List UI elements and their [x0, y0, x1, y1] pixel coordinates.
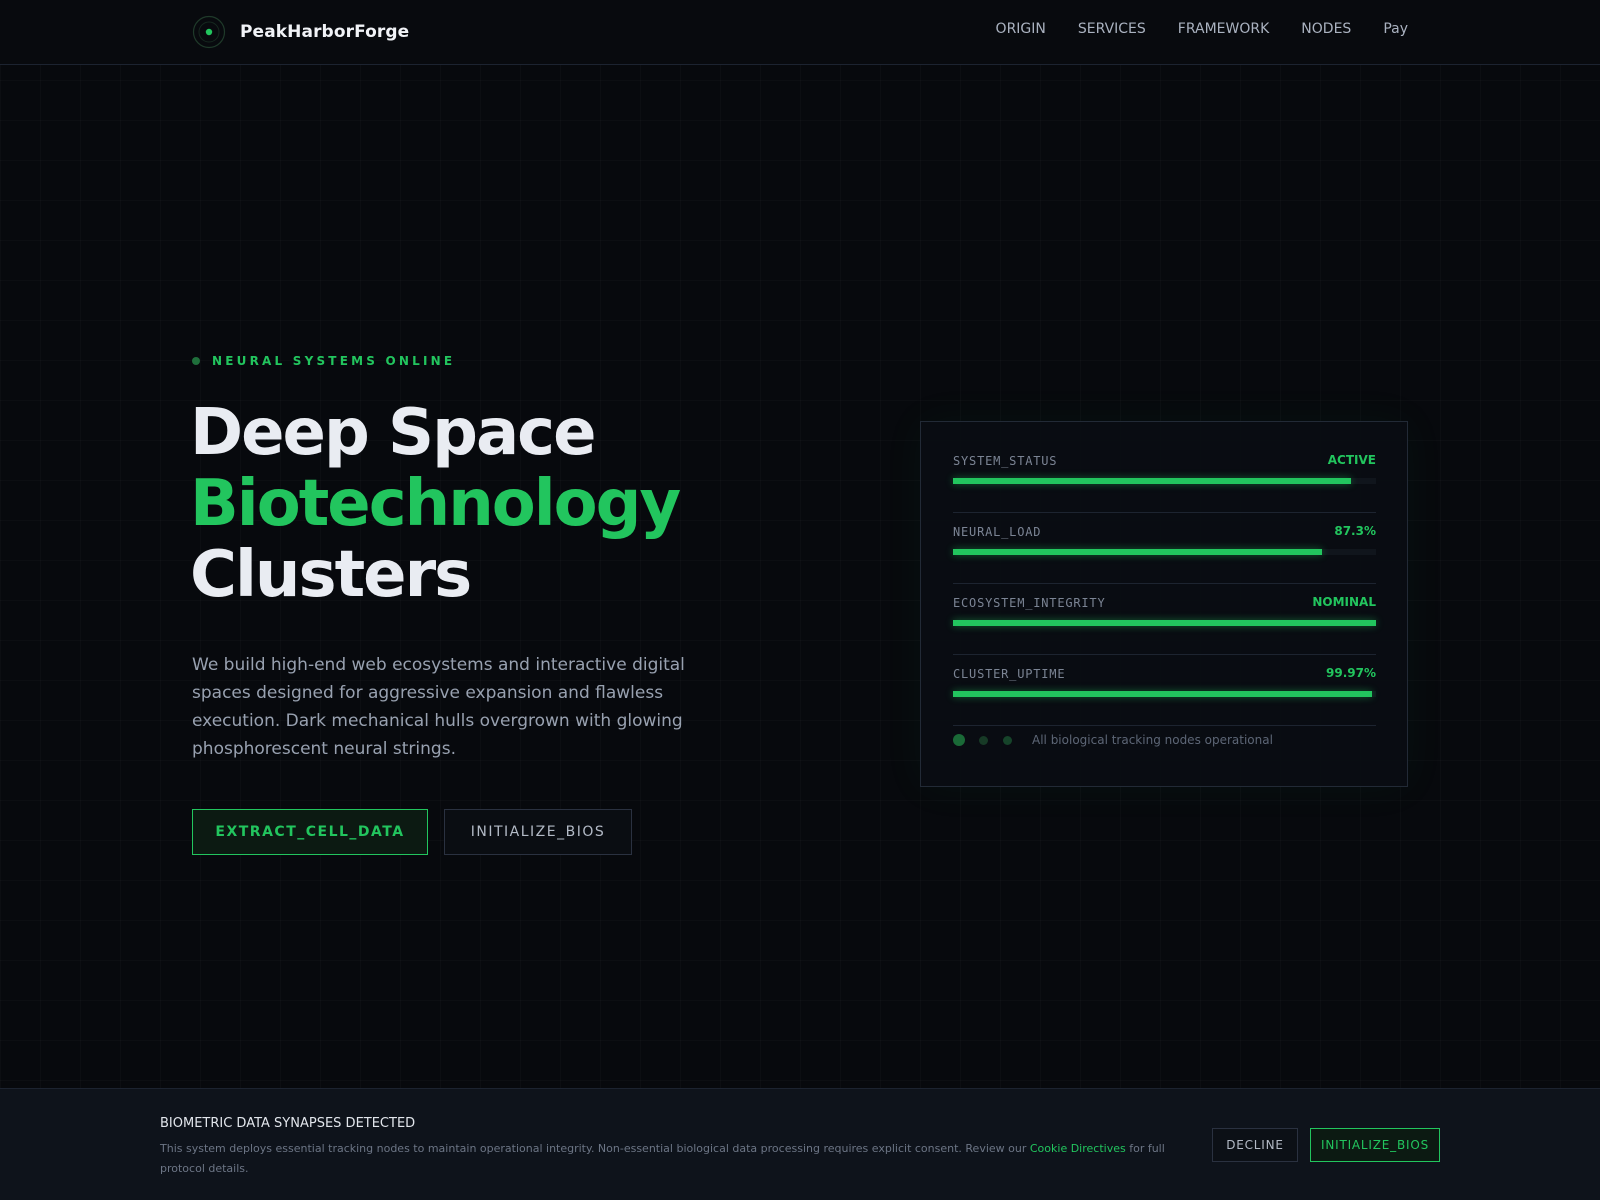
nav-item-framework[interactable]: FRAMEWORK	[1178, 21, 1270, 37]
metric-progress-bar	[953, 549, 1376, 555]
cookie-text-before: This system deploys essential tracking n…	[160, 1142, 1027, 1155]
metric-value: ACTIVE	[1327, 453, 1376, 467]
system-metrics-panel: SYSTEM_STATUS ACTIVE NEURAL_LOAD 87.3% E…	[920, 421, 1408, 787]
metric-progress-fill	[953, 478, 1351, 484]
metric-cluster-uptime: CLUSTER_UPTIME 99.97%	[953, 655, 1376, 726]
brand-name: PeakHarborForge	[240, 22, 410, 42]
nav-item-services[interactable]: SERVICES	[1078, 21, 1146, 37]
panel-footer: All biological tracking nodes operationa…	[953, 733, 1273, 747]
metric-ecosystem-integrity: ECOSYSTEM_INTEGRITY NOMINAL	[953, 584, 1376, 655]
metric-value: 99.97%	[1326, 666, 1376, 680]
metric-label: CLUSTER_UPTIME	[953, 667, 1066, 681]
main-nav: ORIGIN SERVICES FRAMEWORK NODES Pay	[996, 21, 1408, 37]
nav-item-nodes[interactable]: NODES	[1301, 21, 1351, 37]
hero-title: Deep Space Biotechnology Clusters	[190, 398, 890, 611]
metric-progress-bar	[953, 478, 1376, 484]
system-status-indicator: NEURAL SYSTEMS ONLINE	[192, 354, 455, 368]
hero-title-line-2: Biotechnology	[190, 467, 681, 541]
metric-value: 87.3%	[1334, 524, 1376, 538]
hero-title-line-3: Clusters	[190, 538, 472, 612]
metric-value: NOMINAL	[1312, 595, 1376, 609]
metric-progress-fill	[953, 549, 1323, 555]
metric-progress-fill	[953, 691, 1372, 697]
cookie-banner-title: BIOMETRIC DATA SYNAPSES DETECTED	[160, 1116, 416, 1131]
cookie-decline-button[interactable]: DECLINE	[1212, 1128, 1298, 1162]
nav-item-pay[interactable]: Pay	[1383, 21, 1408, 37]
metric-label: NEURAL_LOAD	[953, 525, 1042, 539]
metric-label: SYSTEM_STATUS	[953, 454, 1058, 468]
metric-progress-fill	[953, 620, 1376, 626]
metric-system-status: SYSTEM_STATUS ACTIVE	[953, 442, 1376, 513]
status-text: NEURAL SYSTEMS ONLINE	[212, 354, 456, 368]
metric-label: ECOSYSTEM_INTEGRITY	[953, 596, 1106, 610]
site-header: PeakHarborForge ORIGIN SERVICES FRAMEWOR…	[0, 0, 1600, 65]
node-indicator-dot-icon	[979, 735, 988, 745]
target-radar-icon	[192, 15, 226, 49]
cookie-banner-text: This system deploys essential tracking n…	[160, 1139, 1190, 1179]
metric-neural-load: NEURAL_LOAD 87.3%	[953, 513, 1376, 584]
hero-description: We build high-end web ecosystems and int…	[192, 655, 685, 759]
metric-progress-bar	[953, 691, 1376, 697]
status-dot-icon	[192, 357, 200, 365]
nav-item-origin[interactable]: ORIGIN	[996, 21, 1046, 37]
metric-progress-bar	[953, 620, 1376, 626]
panel-footer-text: All biological tracking nodes operationa…	[1032, 733, 1273, 747]
hero-title-line-1: Deep Space	[190, 396, 596, 470]
extract-cell-data-button[interactable]: EXTRACT_CELL_DATA	[192, 809, 428, 855]
cookie-accept-button[interactable]: INITIALIZE_BIOS	[1310, 1128, 1440, 1162]
node-indicator-dot-icon	[1003, 735, 1012, 745]
cookie-directives-link[interactable]: Cookie Directives	[1030, 1142, 1126, 1155]
node-indicator-dot-icon	[953, 734, 965, 746]
brand-logo-link[interactable]: PeakHarborForge	[192, 14, 409, 50]
initialize-bios-button[interactable]: INITIALIZE_BIOS	[444, 809, 632, 855]
cookie-banner: BIOMETRIC DATA SYNAPSES DETECTED This sy…	[0, 1088, 1600, 1200]
